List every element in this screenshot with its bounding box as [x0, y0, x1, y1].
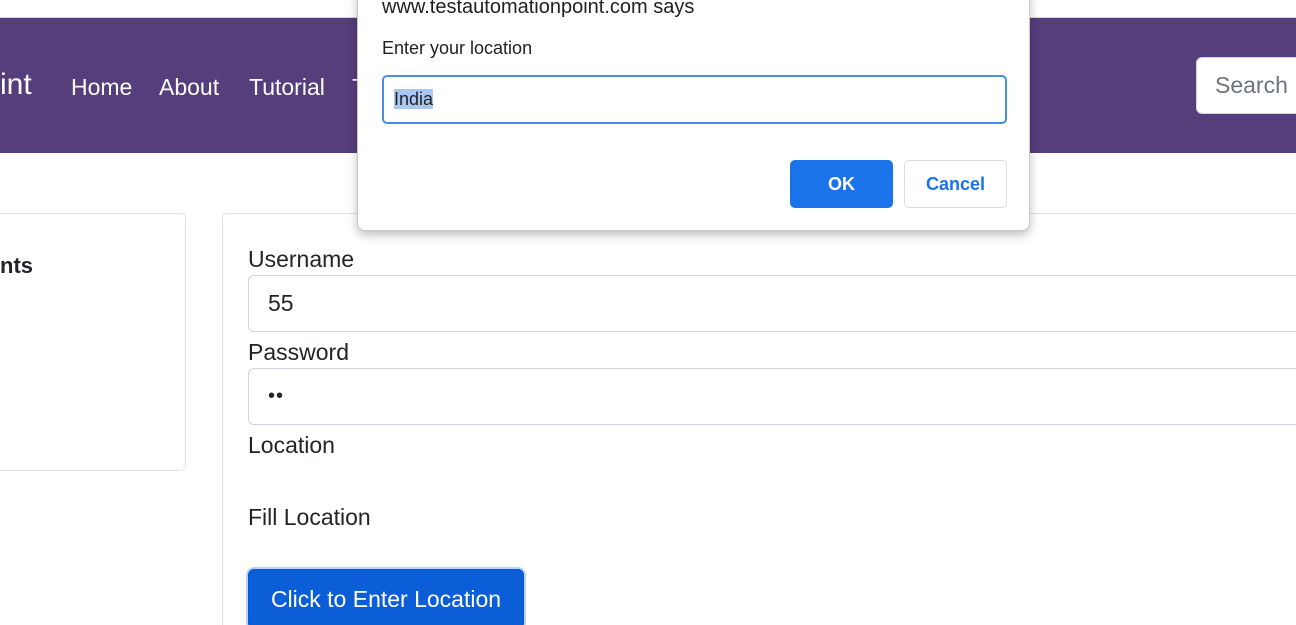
- nav-link-home[interactable]: Home: [71, 74, 132, 101]
- search-input[interactable]: [1196, 57, 1296, 114]
- prompt-dialog: www.testautomationpoint.com says Enter y…: [357, 0, 1030, 231]
- password-field[interactable]: ••: [248, 368, 1296, 425]
- dialog-cancel-button[interactable]: Cancel: [904, 160, 1007, 208]
- sidebar-title: nts: [0, 253, 33, 278]
- dialog-ok-button[interactable]: OK: [790, 160, 893, 208]
- password-label: Password: [248, 339, 349, 365]
- dialog-input-value: India: [394, 89, 434, 109]
- enter-location-button[interactable]: Click to Enter Location: [248, 569, 524, 625]
- fill-location-text: Fill Location: [248, 504, 371, 530]
- dialog-message: Enter your location: [382, 38, 533, 58]
- dialog-location-input[interactable]: India: [382, 75, 1007, 124]
- username-label: Username: [248, 246, 355, 272]
- username-field[interactable]: 55: [248, 275, 1296, 332]
- dialog-host-text: www.testautomationpoint.com says: [382, 0, 695, 18]
- nav-link-tutorial[interactable]: Tutorial: [249, 74, 325, 101]
- nav-link-about[interactable]: About: [159, 74, 219, 101]
- site-brand[interactable]: int: [0, 68, 32, 102]
- location-label: Location: [248, 432, 335, 458]
- sidebar-card: [0, 213, 186, 471]
